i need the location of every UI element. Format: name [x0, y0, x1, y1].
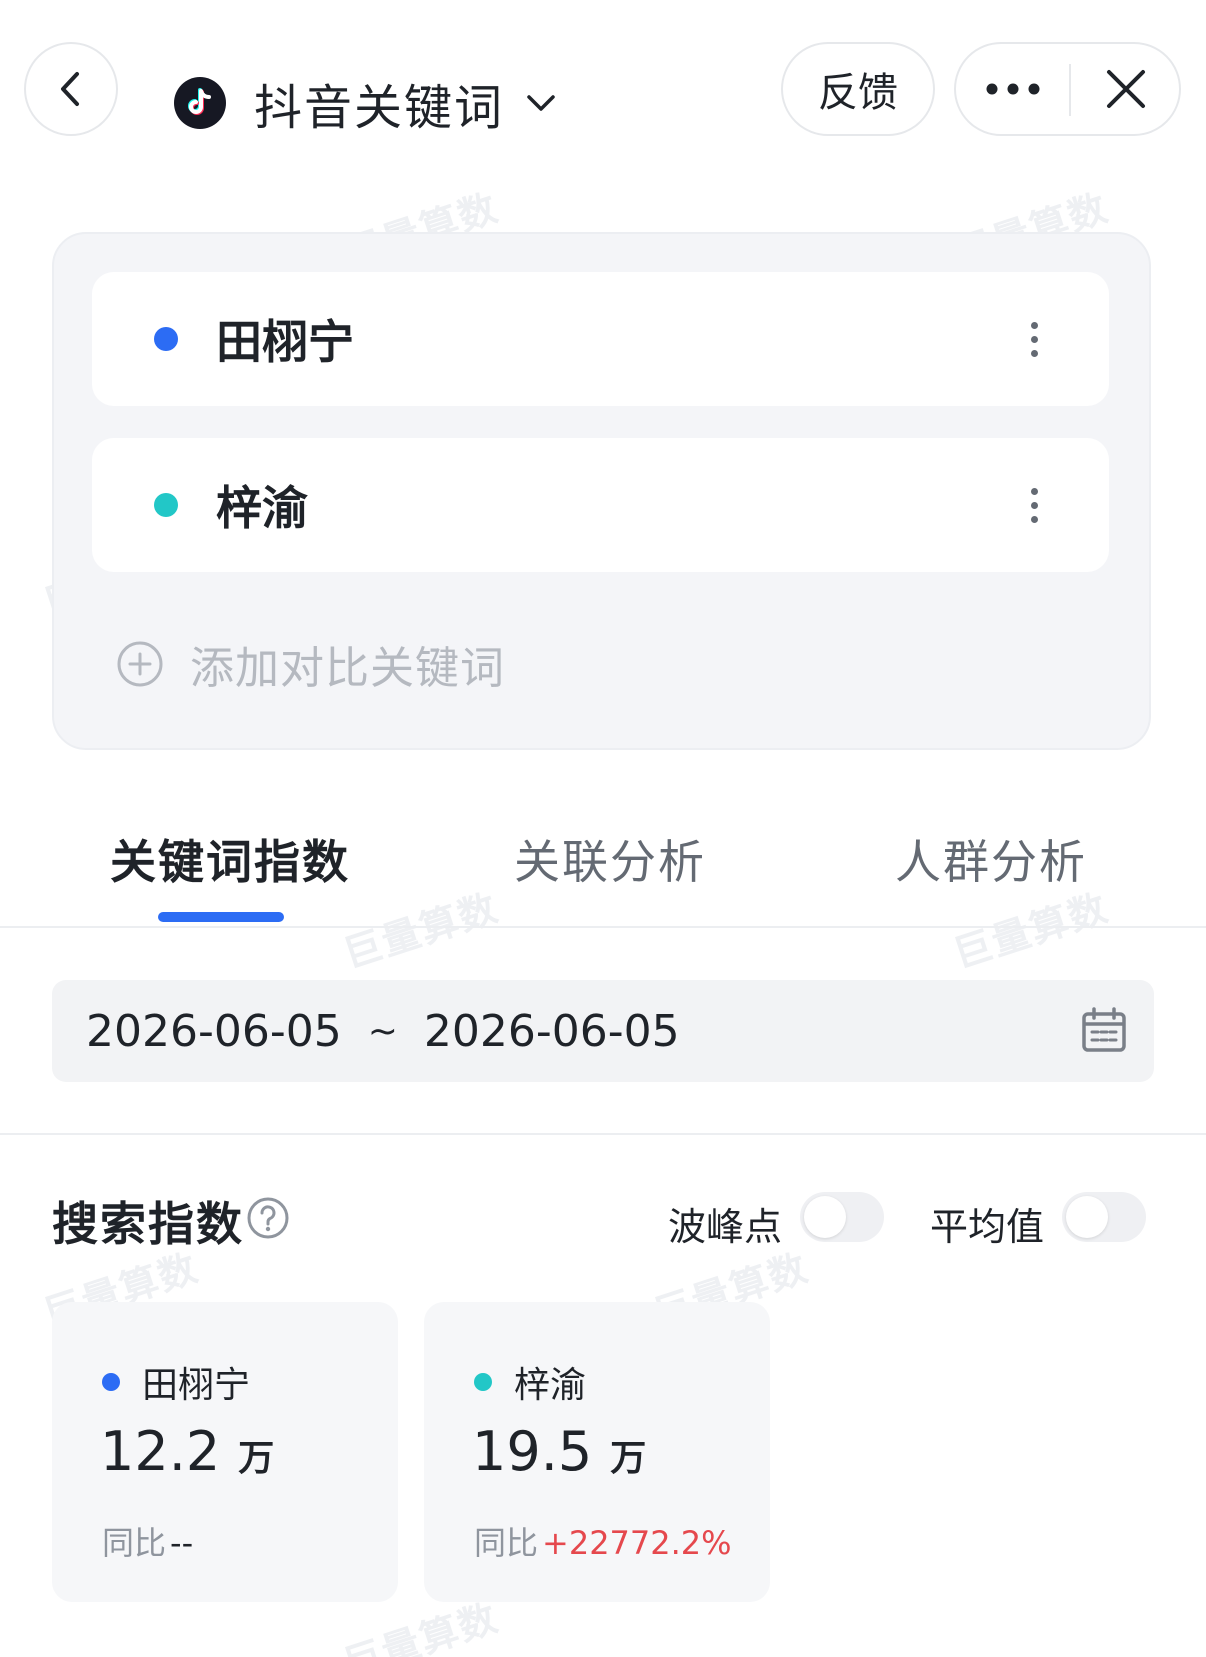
yoy-value: +22772.2% — [542, 1524, 732, 1562]
date-range-picker[interactable]: 2026-06-05 ~ 2026-06-05 — [52, 980, 1154, 1082]
tab-related-analysis[interactable]: 关联分析 — [514, 826, 706, 892]
mini-program-capsule — [954, 42, 1181, 136]
metric-keyword-name: 田栩宁 — [142, 1365, 251, 1406]
app-title-switcher[interactable]: 抖音关键词 — [174, 72, 556, 136]
keyword-card[interactable]: 田栩宁 — [92, 272, 1109, 406]
metric-keyword-name: 梓渝 — [514, 1365, 587, 1406]
metric-unit: 万 — [238, 1438, 275, 1479]
keyword-card[interactable]: 梓渝 — [92, 438, 1109, 572]
more-vertical-icon[interactable] — [1031, 488, 1039, 524]
yoy-value: -- — [170, 1524, 194, 1562]
more-horizontal-icon — [986, 83, 1039, 95]
average-toggle-label: 平均值 — [930, 1205, 1045, 1249]
help-icon[interactable] — [246, 1196, 290, 1240]
chevron-left-icon — [61, 72, 79, 106]
more-button[interactable] — [956, 44, 1069, 134]
keyword-name: 梓渝 — [216, 481, 308, 535]
metric-value: 12.2 — [100, 1420, 221, 1483]
keyword-color-dot — [474, 1373, 492, 1391]
plus-circle-icon — [117, 641, 163, 687]
date-separator: ~ — [367, 1010, 398, 1052]
tab-audience-analysis[interactable]: 人群分析 — [895, 826, 1087, 892]
metric-card[interactable]: 梓渝 19.5 万 同比 +22772.2% — [424, 1302, 770, 1602]
tab-divider — [0, 926, 1206, 928]
chevron-down-icon — [526, 93, 556, 113]
peak-toggle-label: 波峰点 — [668, 1205, 783, 1249]
toggle-knob — [804, 1196, 846, 1238]
page-title: 抖音关键词 — [254, 80, 505, 136]
close-button[interactable] — [1071, 44, 1181, 134]
keyword-color-dot — [154, 327, 178, 351]
feedback-button[interactable]: 反馈 — [781, 42, 935, 136]
average-toggle[interactable] — [1062, 1192, 1146, 1242]
calendar-icon[interactable] — [1080, 1006, 1128, 1054]
toggle-knob — [1066, 1196, 1108, 1238]
keyword-color-dot — [154, 493, 178, 517]
section-divider — [0, 1133, 1206, 1135]
metric-unit: 万 — [610, 1438, 647, 1479]
metric-value: 19.5 — [472, 1420, 593, 1483]
close-icon — [1107, 70, 1145, 108]
metric-card[interactable]: 田栩宁 12.2 万 同比 -- — [52, 1302, 398, 1602]
keyword-color-dot — [102, 1373, 120, 1391]
peak-toggle[interactable] — [800, 1192, 884, 1242]
active-tab-indicator — [158, 912, 284, 922]
yoy-label: 同比 — [474, 1524, 539, 1562]
search-index-title: 搜索指数 — [52, 1197, 244, 1251]
start-date: 2026-06-05 — [86, 1005, 342, 1057]
keyword-name: 田栩宁 — [216, 315, 354, 369]
yoy-label: 同比 — [102, 1524, 167, 1562]
douyin-logo-icon — [174, 77, 226, 129]
add-keyword-button[interactable]: 添加对比关键词 — [116, 632, 505, 696]
keyword-panel: 田栩宁 梓渝 添加对比关键词 — [52, 232, 1151, 750]
back-button[interactable] — [24, 42, 118, 136]
tab-keyword-index[interactable]: 关键词指数 — [110, 826, 350, 892]
add-keyword-label: 添加对比关键词 — [190, 643, 505, 694]
more-vertical-icon[interactable] — [1031, 322, 1039, 358]
end-date: 2026-06-05 — [423, 1005, 680, 1057]
